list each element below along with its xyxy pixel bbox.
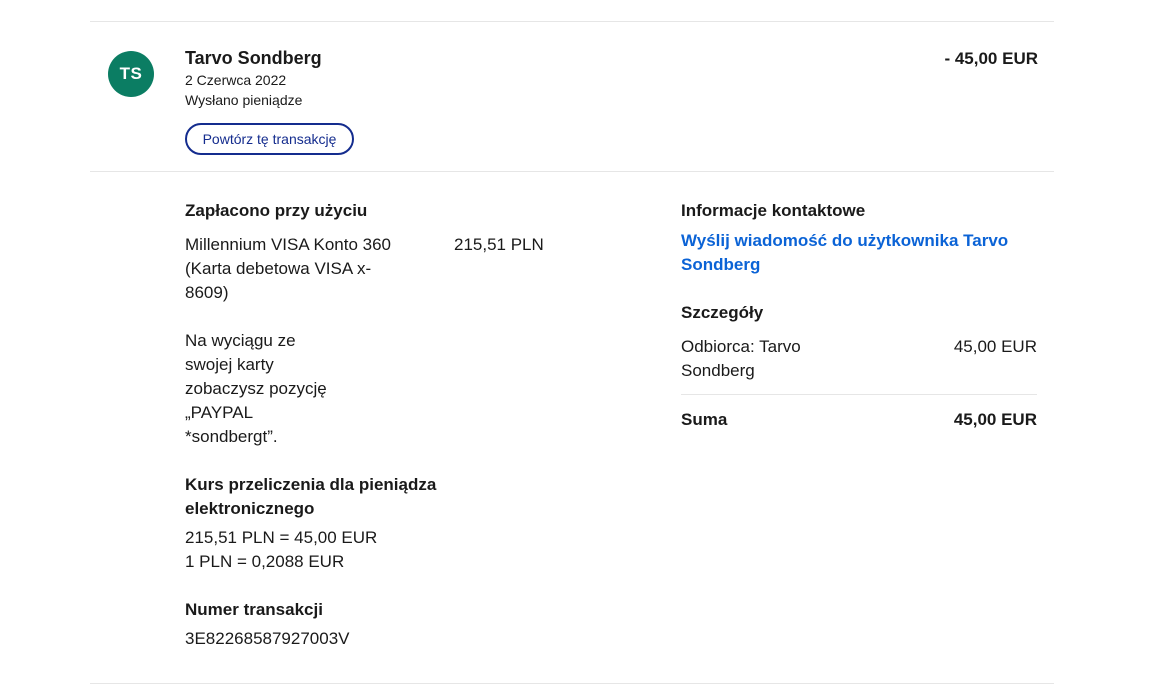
transaction-id-title: Numer transakcji bbox=[185, 600, 323, 619]
transaction-date: 2 Czerwca 2022 bbox=[185, 72, 287, 88]
bottom-divider bbox=[90, 683, 1054, 684]
contact-info-title: Informacje kontaktowe bbox=[681, 201, 866, 220]
repeat-transaction-button[interactable]: Powtórz tę transakcję bbox=[185, 123, 354, 155]
payment-amount: 215,51 PLN bbox=[454, 235, 544, 254]
recipient-amount: 45,00 EUR bbox=[953, 337, 1037, 356]
transaction-amount: - 45,00 EUR bbox=[944, 49, 1038, 68]
details-divider bbox=[681, 394, 1037, 395]
avatar: TS bbox=[108, 51, 154, 97]
header-divider bbox=[90, 171, 1054, 172]
total-amount: 45,00 EUR bbox=[953, 410, 1037, 429]
statement-note: Na wyciągu ze swojej karty zobaczysz poz… bbox=[185, 331, 327, 446]
conversion-rate-title: Kurs przeliczenia dla pieniądza elektron… bbox=[185, 475, 437, 518]
details-title: Szczegóły bbox=[681, 303, 764, 322]
avatar-initials: TS bbox=[119, 64, 143, 83]
transaction-type: Wysłano pieniądze bbox=[185, 92, 303, 108]
send-message-link[interactable]: Wyślij wiadomość do użytkownika Tarvo So… bbox=[681, 229, 1041, 277]
recipient-label: Odbiorca: Tarvo Sondberg bbox=[681, 337, 801, 380]
conversion-line-2: 1 PLN = 0,2088 EUR bbox=[185, 552, 345, 571]
top-divider bbox=[90, 21, 1054, 22]
payment-method: Millennium VISA Konto 360 (Karta debetow… bbox=[185, 235, 392, 302]
conversion-line-1: 215,51 PLN = 45,00 EUR bbox=[185, 528, 378, 547]
counterparty-name: Tarvo Sondberg bbox=[185, 48, 322, 68]
paid-with-title: Zapłacono przy użyciu bbox=[185, 201, 368, 220]
transaction-id-value: 3E82268587927003V bbox=[185, 629, 350, 648]
total-label: Suma bbox=[681, 410, 728, 429]
